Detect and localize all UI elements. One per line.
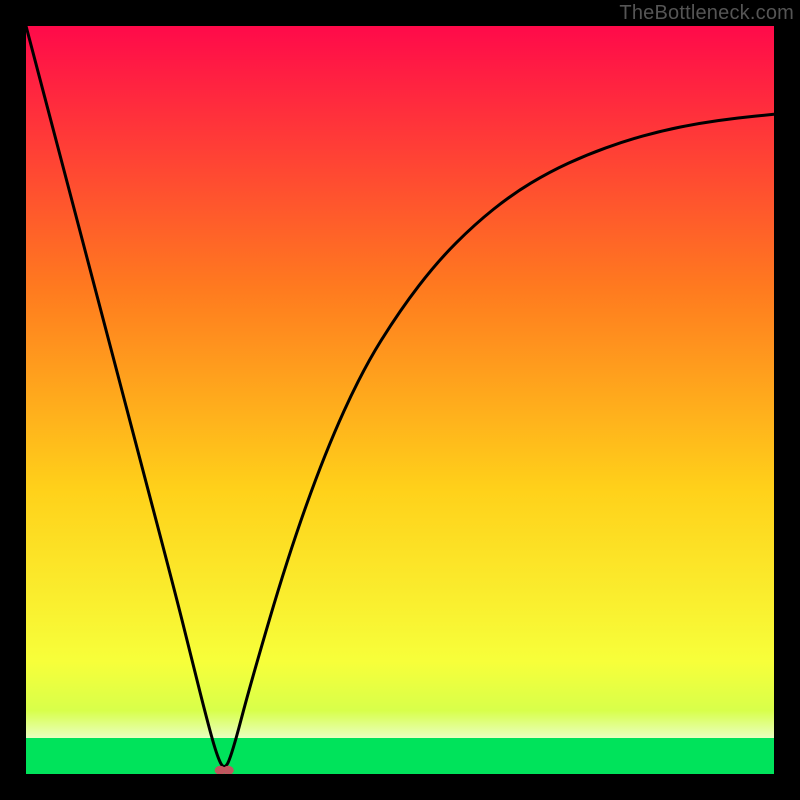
watermark-text: TheBottleneck.com [619,2,794,25]
chart-frame [26,26,774,774]
gradient-background [26,26,774,774]
chart-plot [26,26,774,774]
